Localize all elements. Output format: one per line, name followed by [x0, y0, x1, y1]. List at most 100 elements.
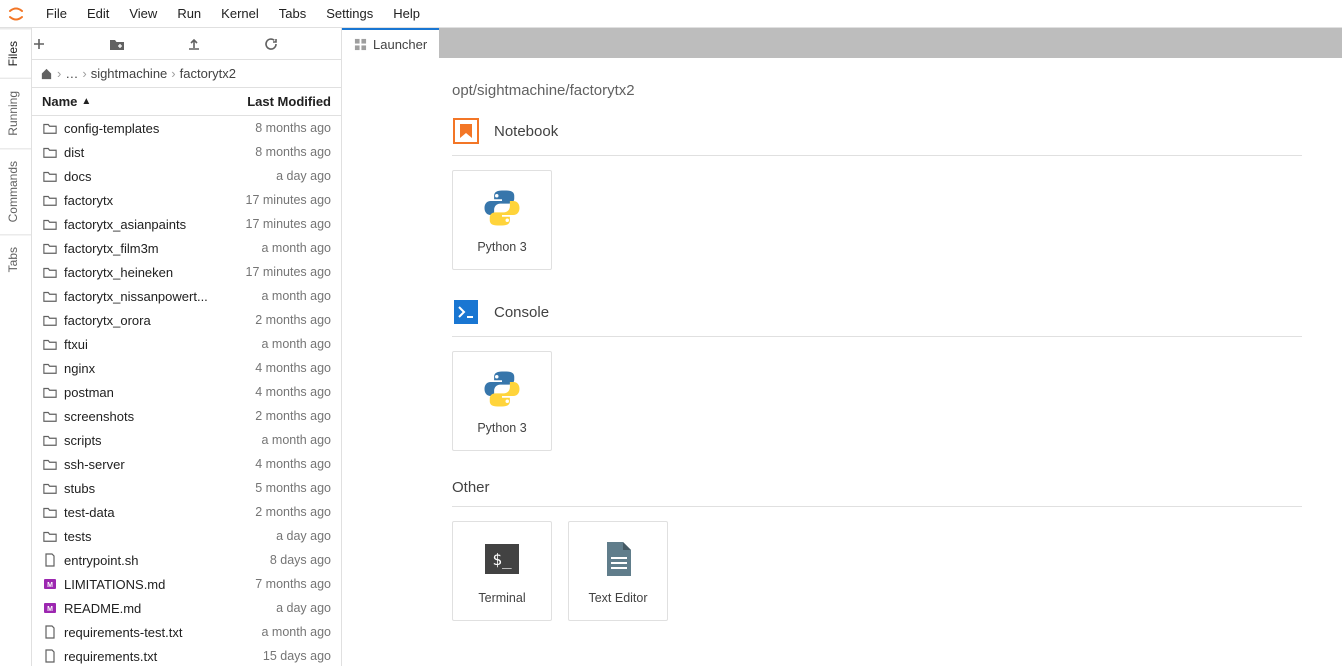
card-label: Text Editor [588, 591, 647, 605]
markdown-icon: M [42, 600, 58, 616]
card-label: Terminal [478, 591, 525, 605]
launcher-section-notebook: Notebook Python 3 [452, 117, 1302, 270]
section-title: Notebook [494, 123, 558, 140]
section-header: Notebook [452, 117, 1302, 156]
terminal-icon: $_ [480, 537, 524, 581]
file-row[interactable]: postman4 months ago [32, 380, 341, 404]
file-row[interactable]: M README.mda day ago [32, 596, 341, 620]
menu-tabs[interactable]: Tabs [269, 2, 316, 25]
file-row[interactable]: entrypoint.sh8 days ago [32, 548, 341, 572]
file-modified: 7 months ago [211, 577, 331, 591]
side-tab-files[interactable]: Files [0, 28, 31, 78]
file-icon [42, 552, 58, 568]
launcher-card-python 3[interactable]: Python 3 [452, 351, 552, 451]
file-name: docs [64, 169, 211, 184]
file-row[interactable]: requirements-test.txta month ago [32, 620, 341, 644]
launcher-tab-icon [354, 38, 367, 51]
launcher-card-text editor[interactable]: Text Editor [568, 521, 668, 621]
refresh-button[interactable] [264, 31, 341, 57]
side-tab-tabs[interactable]: Tabs [0, 234, 31, 284]
folder-icon [42, 336, 58, 352]
file-modified: a day ago [211, 601, 331, 615]
sort-indicator-icon: ▲ [81, 96, 91, 107]
menu-help[interactable]: Help [383, 2, 430, 25]
menu-settings[interactable]: Settings [316, 2, 383, 25]
file-row[interactable]: config-templates8 months ago [32, 116, 341, 140]
file-modified: a month ago [211, 433, 331, 447]
breadcrumb-segment[interactable]: factorytx2 [180, 66, 236, 81]
card-label: Python 3 [477, 421, 526, 435]
file-row[interactable]: ftxuia month ago [32, 332, 341, 356]
file-modified: a day ago [211, 169, 331, 183]
file-row[interactable]: testsa day ago [32, 524, 341, 548]
menu-run[interactable]: Run [167, 2, 211, 25]
file-modified: a month ago [211, 289, 331, 303]
file-row[interactable]: MLIMITATIONS.md7 months ago [32, 572, 341, 596]
jupyter-logo-icon[interactable] [4, 2, 28, 26]
file-modified: 2 months ago [211, 313, 331, 327]
section-cards: Python 3 [452, 170, 1302, 270]
section-title: Other [452, 479, 490, 496]
launcher-card-terminal[interactable]: $_ Terminal [452, 521, 552, 621]
file-modified: 17 minutes ago [211, 193, 331, 207]
file-row[interactable]: factorytx_orora2 months ago [32, 308, 341, 332]
notebook-section-icon [452, 117, 480, 145]
menu-kernel[interactable]: Kernel [211, 2, 269, 25]
file-row[interactable]: test-data2 months ago [32, 500, 341, 524]
file-modified: 8 months ago [211, 121, 331, 135]
file-name: ssh-server [64, 457, 211, 472]
file-row[interactable]: docsa day ago [32, 164, 341, 188]
file-row[interactable]: factorytx17 minutes ago [32, 188, 341, 212]
folder-icon [42, 216, 58, 232]
tab-launcher[interactable]: Launcher [342, 28, 439, 58]
menu-edit[interactable]: Edit [77, 2, 119, 25]
file-list-header[interactable]: Name ▲ Last Modified [32, 88, 341, 116]
file-modified: 2 months ago [211, 505, 331, 519]
section-cards: Python 3 [452, 351, 1302, 451]
file-name: test-data [64, 505, 211, 520]
file-row[interactable]: ssh-server4 months ago [32, 452, 341, 476]
side-tab-running[interactable]: Running [0, 78, 31, 148]
file-row[interactable]: factorytx_nissanpowert...a month ago [32, 284, 341, 308]
file-name: scripts [64, 433, 211, 448]
python-icon [480, 367, 524, 411]
launcher-section-console: Console Python 3 [452, 298, 1302, 451]
menu-view[interactable]: View [119, 2, 167, 25]
menu-file[interactable]: File [36, 2, 77, 25]
home-icon[interactable] [40, 67, 53, 80]
file-icon [42, 624, 58, 640]
file-modified: a month ago [211, 625, 331, 639]
file-modified: 15 days ago [211, 649, 331, 663]
file-row[interactable]: factorytx_asianpaints17 minutes ago [32, 212, 341, 236]
file-name: README.md [64, 601, 211, 616]
new-launcher-button[interactable] [32, 31, 109, 57]
new-folder-button[interactable] [109, 31, 186, 57]
file-name: nginx [64, 361, 211, 376]
file-row[interactable]: nginx4 months ago [32, 356, 341, 380]
col-name-header[interactable]: Name [42, 94, 77, 109]
launcher-card-python 3[interactable]: Python 3 [452, 170, 552, 270]
section-title: Console [494, 304, 549, 321]
svg-text:M: M [47, 582, 53, 589]
file-row[interactable]: stubs5 months ago [32, 476, 341, 500]
upload-button[interactable] [187, 31, 264, 57]
folder-icon [42, 312, 58, 328]
folder-icon [42, 456, 58, 472]
file-row[interactable]: screenshots2 months ago [32, 404, 341, 428]
launcher-cwd: opt/sightmachine/factorytx2 [452, 82, 1302, 99]
dock-tab-bar: Launcher [342, 28, 1342, 58]
folder-icon [42, 240, 58, 256]
folder-icon [42, 144, 58, 160]
file-row[interactable]: requirements.txt15 days ago [32, 644, 341, 666]
file-row[interactable]: factorytx_film3ma month ago [32, 236, 341, 260]
side-tab-commands[interactable]: Commands [0, 148, 31, 234]
file-row[interactable]: scriptsa month ago [32, 428, 341, 452]
file-row[interactable]: dist8 months ago [32, 140, 341, 164]
file-row[interactable]: factorytx_heineken17 minutes ago [32, 260, 341, 284]
col-modified-header[interactable]: Last Modified [211, 94, 331, 109]
breadcrumb-ellipsis[interactable]: … [65, 66, 78, 81]
file-name: postman [64, 385, 211, 400]
breadcrumb-segment[interactable]: sightmachine [91, 66, 168, 81]
file-modified: 4 months ago [211, 457, 331, 471]
folder-icon [42, 168, 58, 184]
